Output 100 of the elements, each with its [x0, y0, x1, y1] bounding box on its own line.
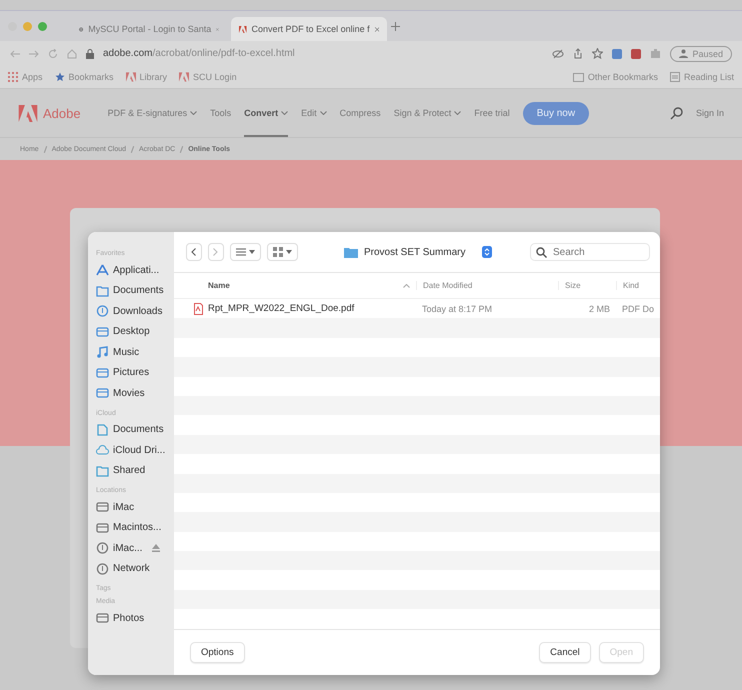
document-icon: [96, 424, 109, 436]
nav-link[interactable]: PDF & E-signatures: [108, 89, 198, 137]
column-header[interactable]: Kind: [616, 281, 660, 290]
sidebar-item[interactable]: iCloud Dri...: [96, 440, 174, 460]
sidebar-item[interactable]: iMac: [96, 497, 174, 518]
pdf-file-icon: [194, 302, 203, 315]
forward-button[interactable]: [208, 243, 224, 261]
folder-icon: [344, 246, 358, 258]
share-icon[interactable]: [573, 48, 584, 59]
star-icon: [54, 72, 65, 82]
sidebar-item[interactable]: Photos: [96, 608, 174, 628]
address-bar[interactable]: adobe.com/acrobat/online/pdf-to-excel.html: [103, 48, 295, 59]
adobe-logo-icon: [239, 24, 247, 34]
nav-link[interactable]: Free trial: [474, 89, 510, 137]
sidebar-item[interactable]: Downloads: [96, 301, 174, 322]
back-icon[interactable]: [10, 50, 20, 58]
eject-icon[interactable]: [152, 544, 160, 552]
sidebar-item-label: Documents: [113, 285, 164, 296]
browser-tab[interactable]: MySCU Portal - Login to Santa: [71, 17, 227, 41]
adobe-logo-icon: [179, 72, 190, 82]
sidebar-item[interactable]: Documents: [96, 280, 174, 301]
chevron-right-icon: [213, 248, 218, 256]
nav-link[interactable]: Compress: [340, 89, 381, 137]
folder-icon: [96, 284, 109, 297]
sidebar-item[interactable]: Music: [96, 342, 174, 362]
column-header[interactable]: Date Modified: [416, 281, 558, 290]
search-icon[interactable]: [670, 106, 683, 120]
nav-link[interactable]: Sign & Protect: [394, 89, 462, 137]
sign-in-link[interactable]: Sign In: [696, 89, 724, 137]
location-dropdown[interactable]: Provost SET Summary: [344, 246, 492, 258]
eye-slash-icon[interactable]: [552, 48, 564, 58]
sidebar-item[interactable]: Movies: [96, 383, 174, 404]
bookmark-link[interactable]: Reading List: [670, 72, 734, 82]
list-icon: [236, 248, 246, 256]
adobe-logo-icon: [126, 72, 136, 82]
buy-now-button[interactable]: Buy now: [522, 102, 590, 124]
lock-icon: [86, 48, 94, 58]
music-note-icon: [96, 346, 109, 358]
app-store-icon: [96, 264, 109, 276]
extension-icon[interactable]: [612, 48, 622, 58]
tab-title: Convert PDF to Excel online f: [252, 24, 370, 34]
bookmark-link[interactable]: Other Bookmarks: [572, 72, 658, 82]
bookmark-link[interactable]: Bookmarks: [54, 72, 114, 82]
puzzle-icon[interactable]: [650, 48, 662, 59]
bookmark-link[interactable]: SCU Login: [179, 72, 237, 82]
sidebar-item-label: Network: [113, 563, 150, 574]
sidebar-item[interactable]: Documents: [96, 420, 174, 440]
sort-caret-icon: [402, 284, 410, 288]
tab-title: MySCU Portal - Login to Santa: [88, 24, 212, 34]
cloud-icon: [96, 444, 109, 456]
reload-icon[interactable]: [48, 48, 58, 58]
sidebar-item-label: Documents: [113, 424, 164, 436]
pdf-extension-icon[interactable]: [631, 48, 642, 58]
sidebar-item[interactable]: Pictures: [96, 362, 174, 383]
nav-link[interactable]: Tools: [210, 89, 232, 137]
list-view-button[interactable]: [230, 243, 261, 261]
forward-icon[interactable]: [29, 50, 39, 58]
grid-view-button[interactable]: [266, 243, 298, 261]
grid-icon: [272, 247, 283, 257]
browser-tab[interactable]: Convert PDF to Excel online f: [231, 17, 387, 41]
profile-button[interactable]: Paused: [670, 46, 732, 62]
sidebar-item[interactable]: iMac...: [96, 538, 174, 558]
bookmark-link[interactable]: Apps: [8, 72, 43, 82]
file-name-cell[interactable]: Rpt_MPR_W2022_ENGL_Doe.pdf: [174, 302, 416, 315]
kind-cell-text: PDF Do: [620, 304, 655, 314]
sidebar-item-label: Applicati...: [113, 264, 160, 276]
column-header[interactable]: Name: [174, 281, 416, 290]
sidebar-item-label: Shared: [113, 465, 146, 476]
person-icon: [679, 49, 688, 58]
sidebar-item-label: Pictures: [113, 367, 150, 378]
desktop-icon: [96, 326, 109, 338]
sidebar-item[interactable]: Applicati...: [96, 260, 174, 280]
sidebar-item[interactable]: Desktop: [96, 322, 174, 342]
window-controls-icon[interactable]: [8, 22, 47, 30]
folder-icon: [572, 72, 584, 82]
stepper-icon: [482, 246, 492, 258]
back-button[interactable]: [186, 243, 202, 261]
sidebar-item-label: Downloads: [113, 306, 162, 317]
sidebar-item-label: Music: [113, 346, 140, 358]
column-header[interactable]: Size: [558, 281, 616, 290]
nav-link[interactable]: Edit: [301, 89, 327, 137]
size-cell-text: 2 MB: [588, 304, 611, 314]
home-icon[interactable]: [67, 48, 77, 58]
dialog-button[interactable]: Cancel: [539, 642, 591, 663]
new-tab-icon[interactable]: [391, 22, 400, 30]
sidebar-item-label: Macintos...: [113, 522, 162, 534]
date-cell-text: Today at 8:17 PM: [420, 304, 494, 314]
dialog-button[interactable]: Options: [190, 642, 245, 663]
caret-icon: [248, 250, 255, 254]
sidebar-item[interactable]: Macintos...: [96, 518, 174, 538]
search-field[interactable]: Search: [530, 243, 650, 261]
close-icon[interactable]: [374, 26, 379, 32]
sidebar-item[interactable]: Network: [96, 558, 174, 579]
star-icon[interactable]: [592, 48, 604, 59]
sidebar-item-label: iCloud Dri...: [113, 444, 166, 456]
sidebar-item-label: Movies: [113, 388, 145, 399]
adobe-logo[interactable]: Adobe: [18, 104, 81, 122]
sidebar-item[interactable]: Shared: [96, 460, 174, 481]
bookmark-link[interactable]: Library: [126, 72, 168, 82]
close-icon[interactable]: [216, 26, 219, 32]
